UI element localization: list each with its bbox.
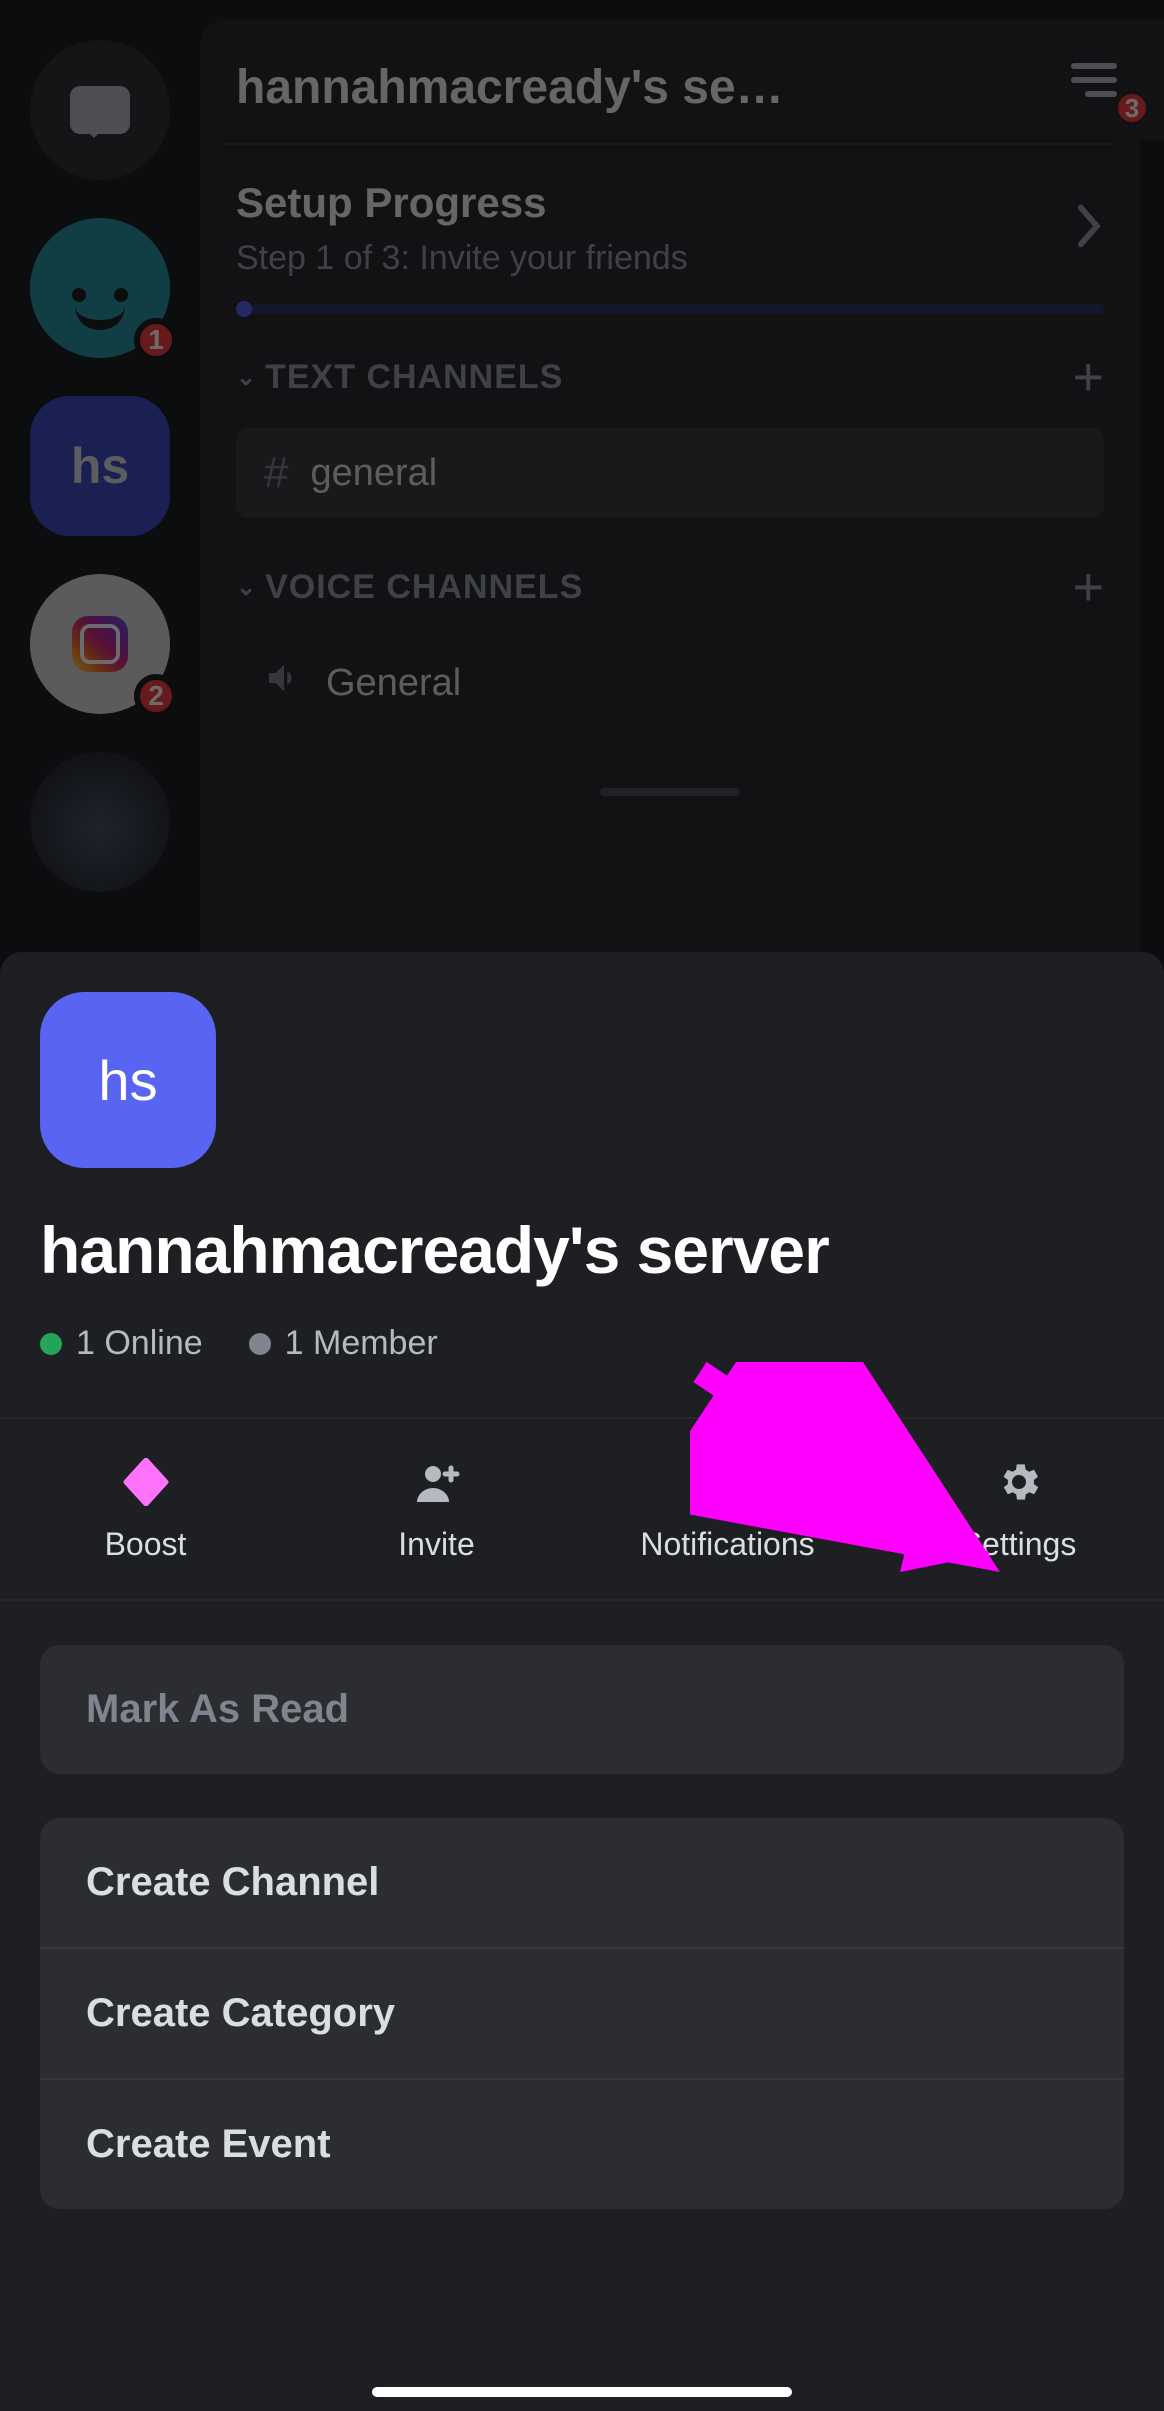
server-icon[interactable]: hs (40, 992, 216, 1168)
create-event-button[interactable]: Create Event (40, 2078, 1124, 2209)
server-name-title: hannahmacready's server (40, 1212, 1124, 1288)
boost-button[interactable]: Boost (0, 1419, 291, 1599)
notifications-button[interactable]: Notifications (582, 1419, 873, 1599)
create-channel-button[interactable]: Create Channel (40, 1818, 1124, 1947)
bell-icon (702, 1456, 754, 1508)
settings-button[interactable]: Settings (873, 1419, 1164, 1599)
mark-as-read-button[interactable]: Mark As Read (40, 1645, 1124, 1774)
server-menu-sheet: hs hannahmacready's server 1 Online 1 Me… (0, 952, 1164, 2411)
invite-icon (411, 1456, 463, 1508)
create-category-button[interactable]: Create Category (40, 1947, 1124, 2078)
member-count: 1 Member (249, 1324, 438, 1363)
menu-group-create: Create Channel Create Category Create Ev… (40, 1818, 1124, 2209)
boost-icon (120, 1456, 172, 1508)
gear-icon (993, 1456, 1045, 1508)
presence-row: 1 Online 1 Member (40, 1324, 1124, 1363)
menu-group-read: Mark As Read (40, 1645, 1124, 1774)
online-count: 1 Online (40, 1324, 203, 1363)
home-indicator[interactable] (372, 2387, 792, 2397)
server-action-bar: Boost Invite Notifications Settings (0, 1417, 1164, 1601)
invite-button[interactable]: Invite (291, 1419, 582, 1599)
